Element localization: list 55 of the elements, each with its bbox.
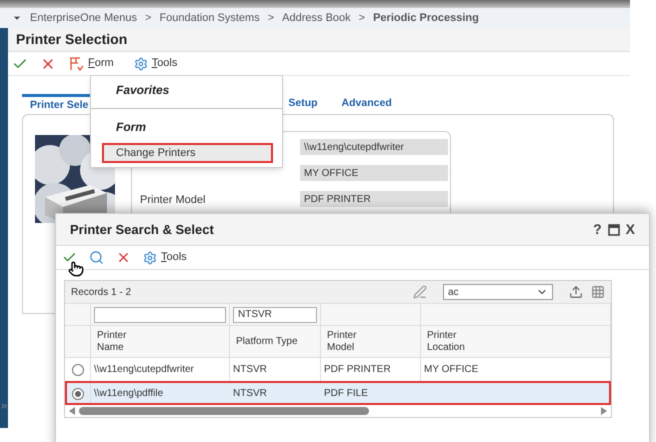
column-header[interactable]: Printer Location (427, 330, 467, 354)
close-button[interactable]: X (626, 219, 635, 240)
breadcrumb-link[interactable]: EnterpriseOne Menus (30, 10, 137, 26)
radio-button[interactable] (72, 388, 84, 400)
breadcrumb-separator: > (268, 10, 274, 26)
table-cell-text: MY OFFICE (424, 363, 478, 377)
maximize-icon[interactable] (608, 224, 620, 236)
settings-icon[interactable] (143, 250, 157, 264)
scrollbar-thumb[interactable] (79, 407, 369, 415)
field-label: Printer Model (140, 194, 206, 206)
tab[interactable]: Setup (284, 94, 322, 114)
field-value: MY OFFICE (300, 165, 448, 181)
breadcrumb-link[interactable]: Foundation Systems (159, 10, 260, 26)
breadcrumb-separator: > (145, 10, 152, 26)
table-cell-text: PDF FILE (324, 387, 368, 401)
tools-button[interactable]: Tools (152, 55, 178, 72)
pointer-icon (68, 260, 84, 278)
breadcrumb-separator: > (358, 10, 366, 26)
cancel-icon[interactable] (116, 250, 131, 265)
grid-icon[interactable] (591, 285, 605, 299)
table-cell-text: \\w11eng\pdffile (94, 387, 164, 401)
column-header[interactable]: Platform Type (236, 336, 298, 348)
table-row[interactable]: \\w11eng\cutepdfwriter NTSVR PDF PRINTER MY OFFICE (65, 357, 611, 381)
filter-field[interactable] (94, 306, 226, 322)
field-value: PDF PRINTER (300, 191, 448, 207)
form-menu-icon[interactable] (68, 56, 84, 72)
column-header[interactable]: Printer Model (327, 330, 367, 354)
table-row[interactable]: \\w11eng\pdffile NTSVR PDF FILE (65, 381, 611, 405)
radio-button[interactable] (72, 364, 84, 376)
breadcrumb-current: Periodic Processing (373, 10, 479, 26)
table-cell-text: PDF PRINTER (324, 363, 391, 377)
form-menu-button[interactable]: Form (88, 55, 114, 72)
records-count: Records 1 - 2 (71, 286, 132, 300)
form-title: Printer Selection (16, 30, 128, 49)
help-button[interactable]: ? (593, 219, 602, 240)
scroll-right-icon[interactable] (601, 407, 607, 415)
menu-heading: Favorites (116, 82, 170, 99)
menu-item[interactable]: Change Printers (102, 143, 273, 163)
menu-heading: Form (116, 119, 146, 136)
tools-button[interactable]: Tools (161, 249, 187, 266)
table-cell-text: NTSVR (233, 363, 267, 377)
search-icon[interactable] (89, 250, 104, 265)
table-cell-text: NTSVR (233, 387, 267, 401)
filter-field[interactable]: NTSVR (233, 306, 317, 322)
export-icon[interactable] (569, 285, 583, 299)
settings-icon[interactable] (134, 56, 148, 70)
field-value: \\w11eng\cutepdfwriter (300, 139, 448, 155)
scroll-left-icon[interactable] (69, 407, 75, 415)
tab[interactable]: Advanced (338, 94, 396, 114)
column-header[interactable]: Printer Name (97, 330, 137, 354)
breadcrumb-link[interactable]: Address Book (282, 10, 351, 26)
view-select[interactable]: ac (443, 284, 553, 300)
edit-icon[interactable] (413, 285, 427, 299)
dialog-title: Printer Search & Select (70, 220, 214, 239)
table-cell-text: \\w11eng\cutepdfwriter (94, 363, 194, 377)
